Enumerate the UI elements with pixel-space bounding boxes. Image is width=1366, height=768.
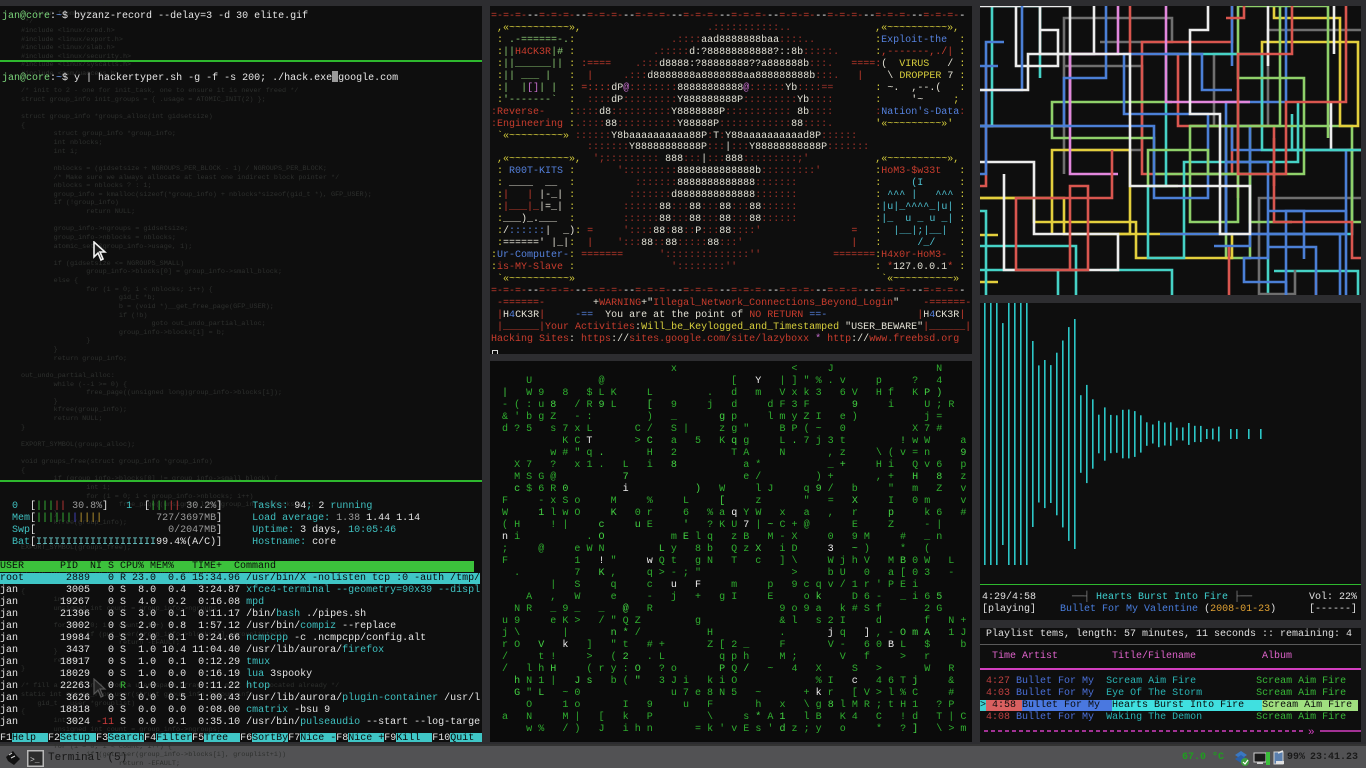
svg-text:»: » [1308,727,1315,737]
